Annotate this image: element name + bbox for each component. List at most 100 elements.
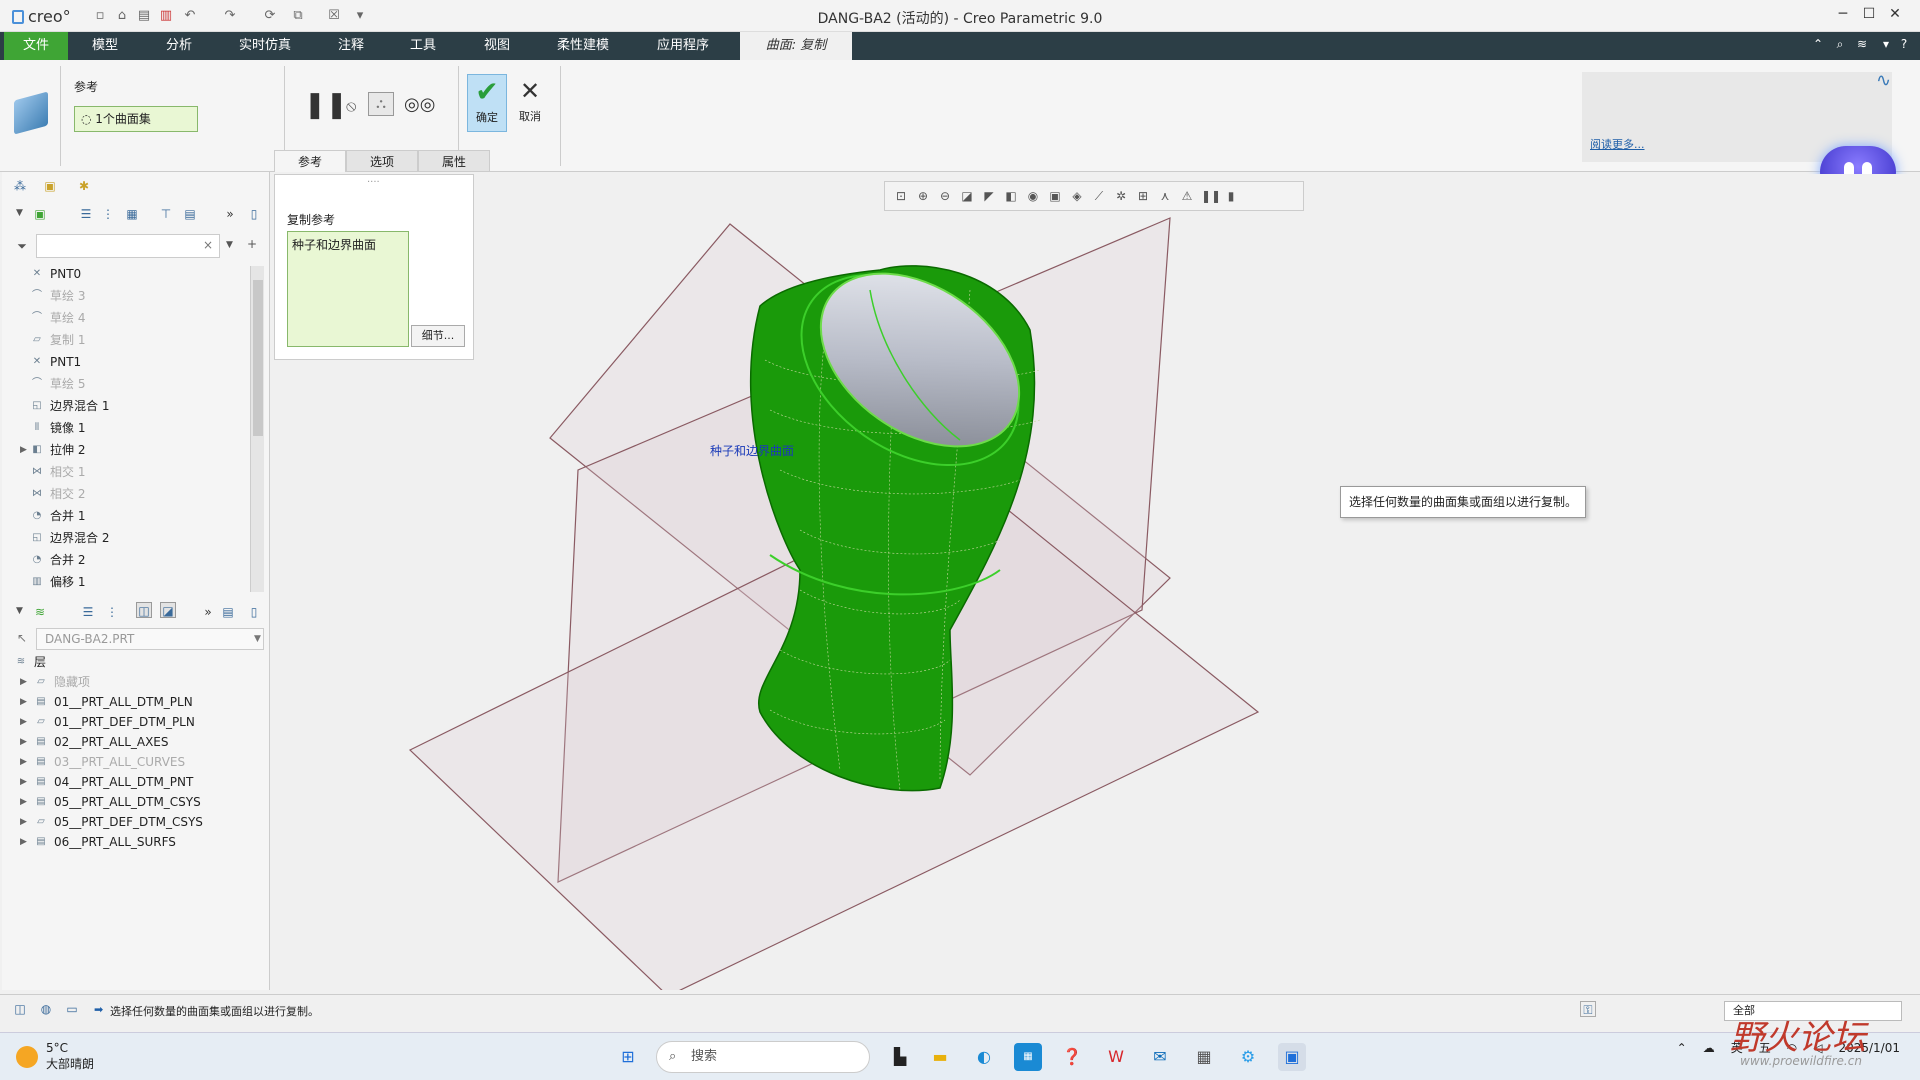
- view-manager-icon[interactable]: ▣: [1047, 188, 1063, 204]
- layer-item[interactable]: ▤ 05__PRT_ALL_DTM_CSYS: [34, 793, 200, 811]
- minimize-icon[interactable]: ─: [1832, 6, 1854, 26]
- annotation-display-icon[interactable]: ✲: [1113, 188, 1129, 204]
- wps-icon[interactable]: W: [1102, 1043, 1130, 1071]
- myapp-icon[interactable]: ▦: [1014, 1043, 1042, 1071]
- tree-item[interactable]: ⌒ 草绘 3: [30, 287, 85, 305]
- layer-item[interactable]: ▤ 04__PRT_ALL_DTM_PNT: [34, 773, 193, 791]
- expand-arrow-icon[interactable]: ▶: [20, 837, 27, 847]
- tab-properties[interactable]: 属性: [418, 150, 490, 172]
- help-icon[interactable]: ?: [1896, 37, 1912, 53]
- perspective-icon[interactable]: ◤: [981, 188, 997, 204]
- spin-center-icon[interactable]: ⊞: [1135, 188, 1151, 204]
- csys-display-icon[interactable]: ⋏: [1157, 188, 1173, 204]
- menu-flexible-modeling[interactable]: 柔性建模: [546, 32, 620, 60]
- show-navigator-icon[interactable]: ◫: [12, 1001, 28, 1017]
- layer-show-icon[interactable]: ◫: [136, 602, 152, 618]
- favorites-tab-icon[interactable]: ✱: [76, 178, 92, 194]
- repaint-icon[interactable]: ◪: [959, 188, 975, 204]
- details-button[interactable]: 细节...: [411, 325, 465, 347]
- section-icon[interactable]: ◈: [1069, 188, 1085, 204]
- feature-preview-icon[interactable]: ⛬: [368, 92, 394, 116]
- help-app-icon[interactable]: ❓: [1058, 1043, 1086, 1071]
- tree-item[interactable]: ⫴ 镜像 1: [30, 419, 86, 437]
- layer-item[interactable]: ▤ 03__PRT_ALL_CURVES: [34, 753, 185, 771]
- saved-orientations-icon[interactable]: ◉: [1025, 188, 1041, 204]
- layer-root[interactable]: ≋ 层: [14, 653, 46, 671]
- active-layer-object-field[interactable]: DANG-BA2.PRT: [36, 628, 264, 650]
- pause-regen-icon[interactable]: ❚❚: [1201, 188, 1221, 204]
- search-icon[interactable]: ⌕: [1832, 37, 1848, 53]
- show-browser-icon[interactable]: ◍: [38, 1001, 54, 1017]
- start-icon[interactable]: ⊞: [614, 1043, 642, 1071]
- pause-icon[interactable]: ❚❚: [304, 90, 348, 120]
- model-tree-tab-icon[interactable]: ⁂: [12, 178, 28, 194]
- expand-arrow-icon[interactable]: ▶: [20, 817, 27, 827]
- layer-item[interactable]: ▤ 01__PRT_ALL_DTM_PLN: [34, 693, 192, 711]
- layer-more-icon[interactable]: »: [200, 604, 216, 620]
- read-more-link[interactable]: 阅读更多...: [1590, 136, 1645, 152]
- copy-references-list[interactable]: 种子和边界曲面: [287, 231, 409, 347]
- layer-item[interactable]: ▱ 01__PRT_DEF_DTM_PLN: [34, 713, 195, 731]
- add-icon[interactable]: +: [244, 236, 260, 252]
- tree-item[interactable]: ⋈ 相交 1: [30, 463, 85, 481]
- clear-icon[interactable]: ×: [203, 238, 213, 252]
- layer-item[interactable]: ▱ 隐藏项: [34, 673, 90, 691]
- menu-view[interactable]: 视图: [472, 32, 522, 60]
- settings-tree-icon[interactable]: ▤: [182, 206, 198, 222]
- tree-item[interactable]: ⋈ 相交 2: [30, 485, 85, 503]
- tree-item[interactable]: ◱ 边界混合 2: [30, 529, 109, 547]
- collapse-arrow-icon[interactable]: ▼: [16, 208, 23, 218]
- settings-icon[interactable]: ≋: [1854, 37, 1870, 53]
- close-icon[interactable]: ✕: [1884, 6, 1906, 26]
- expand-arrow-icon[interactable]: ▶: [20, 697, 27, 707]
- tree-item[interactable]: ⌒ 草绘 4: [30, 309, 85, 327]
- menu-model[interactable]: 模型: [80, 32, 130, 60]
- zoom-in-icon[interactable]: ⊕: [915, 188, 931, 204]
- verify-glasses-icon[interactable]: ◎◎: [404, 94, 435, 115]
- cloud-offline-icon[interactable]: ☁: [1703, 1041, 1715, 1055]
- layer-object-dropdown-icon[interactable]: ▼: [254, 634, 261, 644]
- layer-detail-icon[interactable]: ⋮: [104, 604, 120, 620]
- tree-filters-icon[interactable]: ⊤: [158, 206, 174, 222]
- pointer-icon[interactable]: ↖: [14, 630, 30, 646]
- expand-arrow-icon[interactable]: ▶: [20, 677, 27, 687]
- layer-hide-icon[interactable]: ◪: [160, 602, 176, 618]
- ok-button[interactable]: ✔ 确定: [467, 74, 507, 132]
- layer-settings-icon[interactable]: ▤: [220, 604, 236, 620]
- detail-view-icon[interactable]: ⋮: [100, 206, 116, 222]
- menu-surface-copy[interactable]: 曲面: 复制: [740, 32, 852, 60]
- cancel-button[interactable]: ✕ 取消: [510, 74, 550, 132]
- tree-item[interactable]: ✕ PNT1: [30, 353, 81, 371]
- refit-icon[interactable]: ⊡: [893, 188, 909, 204]
- tab-options[interactable]: 选项: [346, 150, 418, 172]
- menu-annotate[interactable]: 注释: [326, 32, 376, 60]
- expand-arrow-icon[interactable]: ▶: [20, 757, 27, 767]
- menu-file[interactable]: 文件: [4, 32, 68, 60]
- creo-app-icon[interactable]: ▣: [1278, 1043, 1306, 1071]
- tree-search-input[interactable]: ×: [36, 234, 220, 258]
- expand-arrow-icon[interactable]: ▶: [20, 445, 27, 455]
- datum-display-icon[interactable]: ⟋: [1091, 188, 1107, 204]
- ai-icon[interactable]: ▮: [1223, 188, 1239, 204]
- layer-item[interactable]: ▤ 02__PRT_ALL_AXES: [34, 733, 168, 751]
- more-icon[interactable]: »: [222, 206, 238, 222]
- menu-applications[interactable]: 应用程序: [646, 32, 720, 60]
- weather-widget[interactable]: 5°C 大部晴朗: [16, 1041, 94, 1072]
- help-dropdown-icon[interactable]: ▾: [1878, 37, 1894, 53]
- collapse-ribbon-icon[interactable]: ⌃: [1810, 37, 1826, 53]
- layer-item[interactable]: ▱ 05__PRT_DEF_DTM_CSYS: [34, 813, 203, 831]
- 3d-model-view[interactable]: [400, 210, 1300, 990]
- zoom-out-icon[interactable]: ⊖: [937, 188, 953, 204]
- copy-references-item[interactable]: 种子和边界曲面: [292, 238, 376, 252]
- filter-icon[interactable]: ⏷: [14, 238, 30, 254]
- layer-collapse-arrow-icon[interactable]: ▼: [16, 606, 23, 616]
- menu-tools[interactable]: 工具: [398, 32, 448, 60]
- tray-chevron-icon[interactable]: ⌃: [1677, 1041, 1687, 1055]
- reference-collector[interactable]: ◌ 1个曲面集: [74, 106, 198, 132]
- expand-arrow-icon[interactable]: ▶: [20, 797, 27, 807]
- list-view-icon[interactable]: ☰: [78, 206, 94, 222]
- display-style-icon[interactable]: ◧: [1003, 188, 1019, 204]
- file-explorer-icon[interactable]: ▬: [926, 1043, 954, 1071]
- tree-item[interactable]: ▱ 复制 1: [30, 331, 85, 349]
- columns-icon[interactable]: ▦: [124, 206, 140, 222]
